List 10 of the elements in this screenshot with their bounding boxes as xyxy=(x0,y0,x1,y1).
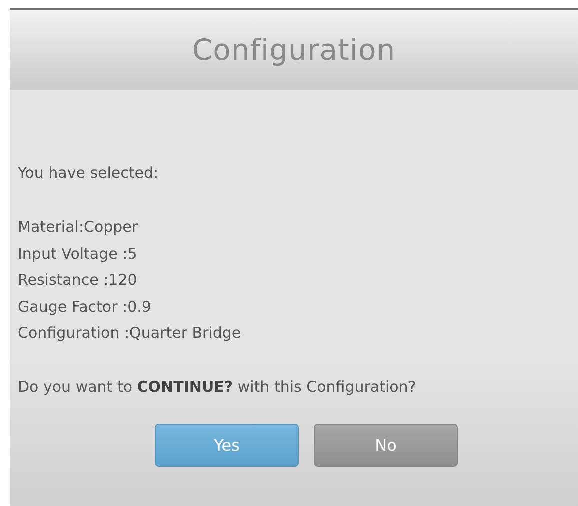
detail-line: Gauge Factor :0.9 xyxy=(18,296,152,318)
detail-line: Configuration :Quarter Bridge xyxy=(18,323,242,344)
detail-line: Resistance :120 xyxy=(18,270,138,291)
dialog-title: Configuration xyxy=(192,33,396,67)
detail-line: Input Voltage :5 xyxy=(18,244,138,264)
cancel-button[interactable]: No xyxy=(314,424,458,466)
confirm-button[interactable]: Yes xyxy=(155,424,299,466)
detail-line: Material:Copper xyxy=(18,217,140,238)
question-text: Do you want to CONTINUE? with this Configuration? xyxy=(18,376,418,398)
intro-text: You have selected: xyxy=(18,163,160,184)
